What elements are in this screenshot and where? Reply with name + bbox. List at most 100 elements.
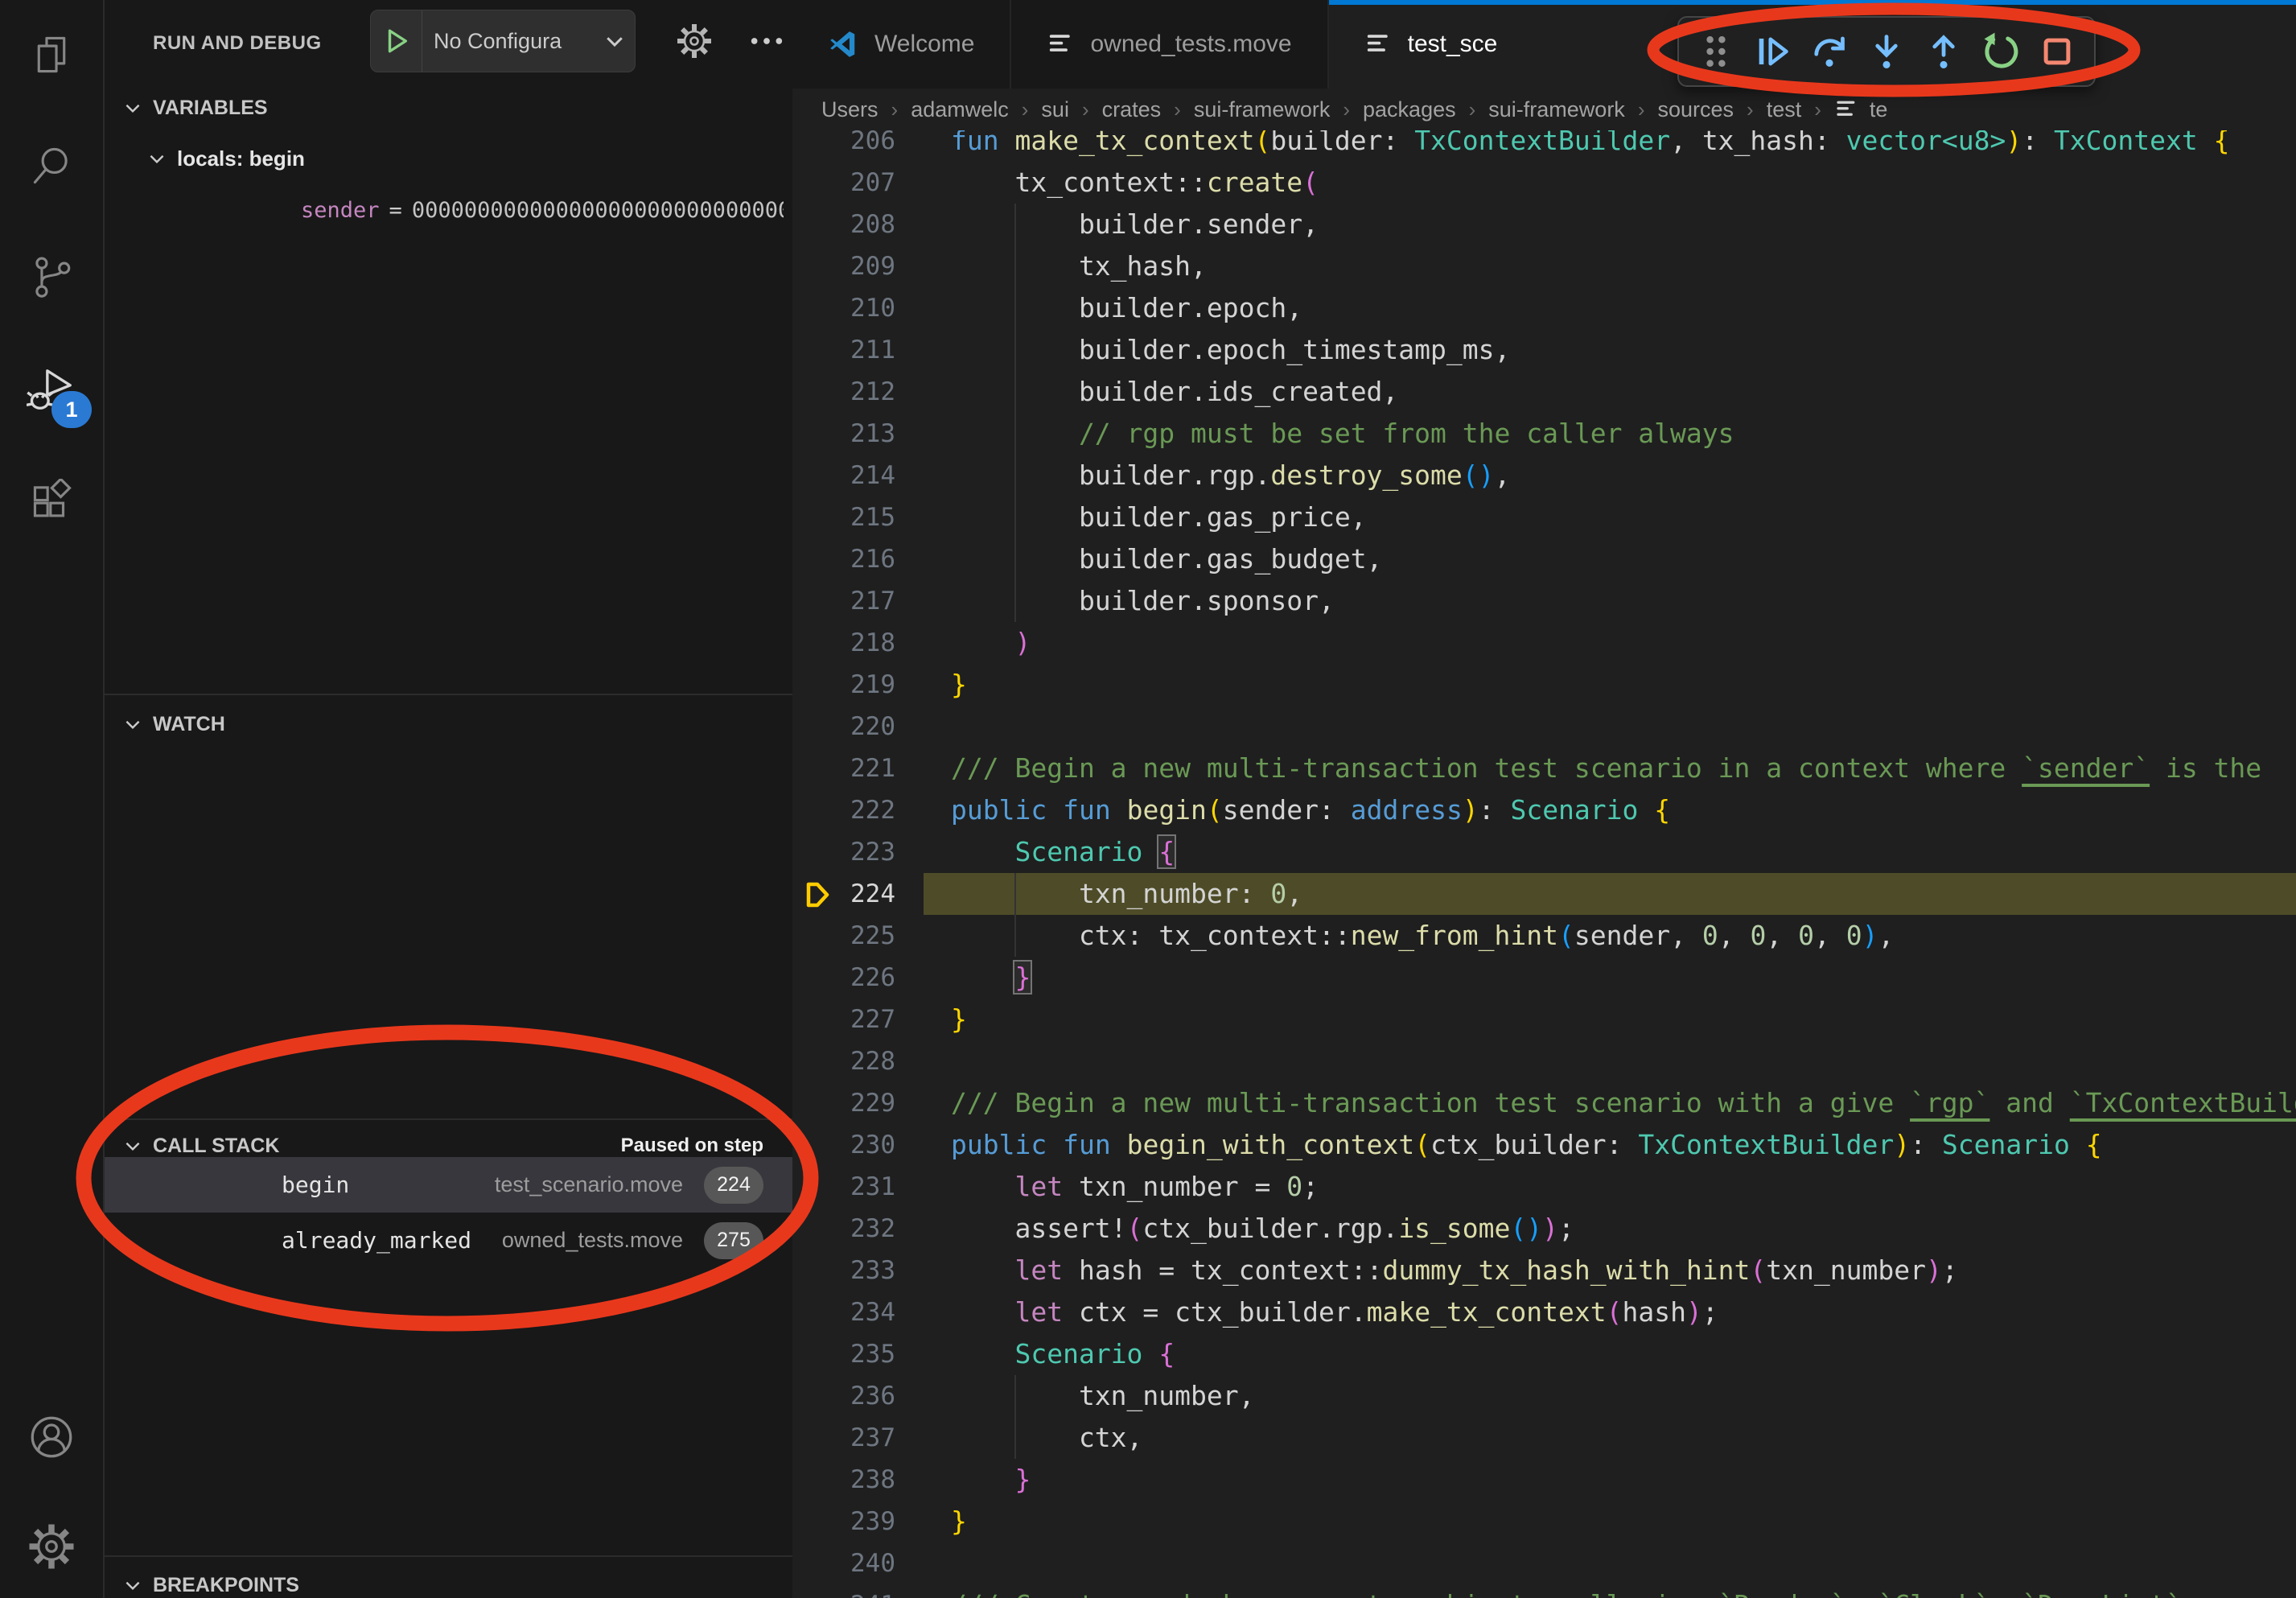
code-line[interactable]: 236 txn_number, [792,1375,2296,1417]
call-stack-frame-begin[interactable]: begintest_scenario.move224 [105,1157,792,1213]
code-line-content[interactable]: } [924,664,2296,706]
code-line[interactable]: 219} [792,664,2296,706]
code-line-content[interactable]: builder.gas_price, [924,496,2296,538]
sidebar-item-search[interactable] [0,119,103,216]
breadcrumb-item[interactable]: sui-framework [1194,97,1331,122]
tab-owned-tests-move[interactable]: owned_tests.move [1011,0,1328,89]
code-line-content[interactable]: Scenario { [924,1333,2296,1375]
code-line-content[interactable]: ) [924,622,2296,664]
code-line[interactable]: 237 ctx, [792,1417,2296,1459]
line-number[interactable]: 237 [792,1417,924,1459]
code-line[interactable]: 211 builder.epoch_timestamp_ms, [792,329,2296,371]
line-number[interactable]: 226 [792,957,924,999]
code-editor[interactable]: 206fun make_tx_context(builder: TxContex… [792,130,2296,1598]
code-line[interactable]: 239} [792,1501,2296,1542]
watch-section-header[interactable]: WATCH [105,698,792,750]
line-number[interactable]: 224 [792,873,924,915]
line-number[interactable]: 241 [792,1584,924,1598]
code-line[interactable]: 216 builder.gas_budget, [792,538,2296,580]
breadcrumb-file[interactable]: te [1870,97,1888,122]
code-line-content[interactable]: let ctx = ctx_builder.make_tx_context(ha… [924,1291,2296,1333]
breadcrumb-item[interactable]: adamwelc [911,97,1009,122]
code-line-content[interactable]: /// Begin a new multi-transaction test s… [924,748,2296,789]
call-stack-frame-already_marked[interactable]: already_markedowned_tests.move275 [105,1213,792,1268]
line-number[interactable]: 206 [792,130,924,162]
variable-row[interactable]: sender = 0000000000000000000000000000000… [301,185,784,235]
code-line[interactable]: 230public fun begin_with_context(ctx_bui… [792,1124,2296,1166]
code-line-content[interactable]: builder.epoch, [924,287,2296,329]
code-line[interactable]: 214 builder.rgp.destroy_some(), [792,455,2296,496]
line-number[interactable]: 228 [792,1040,924,1082]
code-line[interactable]: 225 ctx: tx_context::new_from_hint(sende… [792,915,2296,957]
breadcrumb-item[interactable]: test [1767,97,1802,122]
variables-section-header[interactable]: VARIABLES [105,82,792,134]
code-line[interactable]: 234 let ctx = ctx_builder.make_tx_contex… [792,1291,2296,1333]
line-number[interactable]: 218 [792,622,924,664]
code-line-content[interactable]: assert!(ctx_builder.rgp.is_some()); [924,1208,2296,1250]
line-number[interactable]: 214 [792,455,924,496]
code-line-content[interactable]: tx_context::create( [924,162,2296,204]
code-line-content[interactable]: // rgp must be set from the caller alway… [924,413,2296,455]
code-line-content[interactable]: ctx: tx_context::new_from_hint(sender, 0… [924,915,2296,957]
variables-scope[interactable]: locals: begin [129,134,305,183]
code-line[interactable]: 207 tx_context::create( [792,162,2296,204]
code-line[interactable]: 218 ) [792,622,2296,664]
tab-welcome[interactable]: Welcome [792,0,1011,89]
line-number[interactable]: 240 [792,1542,924,1584]
breadcrumb-item[interactable]: sui [1041,97,1069,122]
line-number[interactable]: 221 [792,748,924,789]
code-line[interactable]: 240 [792,1542,2296,1584]
line-number[interactable]: 231 [792,1166,924,1208]
code-line[interactable]: 212 builder.ids_created, [792,371,2296,413]
code-line[interactable]: 223 Scenario { [792,831,2296,873]
code-line-content[interactable]: public fun begin(sender: address): Scena… [924,789,2296,831]
code-line[interactable]: 213 // rgp must be set from the caller a… [792,413,2296,455]
line-number[interactable]: 208 [792,204,924,245]
code-line-content[interactable]: ctx, [924,1417,2296,1459]
debug-config-picker[interactable]: No Configura [370,10,636,72]
code-line[interactable]: 206fun make_tx_context(builder: TxContex… [792,130,2296,162]
code-line[interactable]: 238 } [792,1459,2296,1501]
line-number[interactable]: 233 [792,1250,924,1291]
breadcrumb-item[interactable]: packages [1363,97,1456,122]
step-into-button[interactable] [1861,24,1913,79]
code-line[interactable]: 210 builder.epoch, [792,287,2296,329]
code-line-content[interactable]: } [924,957,2296,999]
breadcrumb-item[interactable]: crates [1102,97,1162,122]
restart-button[interactable] [1974,24,2026,79]
line-number[interactable]: 229 [792,1082,924,1124]
code-line-content[interactable]: builder.ids_created, [924,371,2296,413]
sidebar-item-explorer[interactable] [0,8,103,105]
code-line-content[interactable]: /// Creates and shares system objects, a… [924,1584,2296,1598]
line-number[interactable]: 234 [792,1291,924,1333]
stop-button[interactable] [2031,24,2083,79]
line-number[interactable]: 230 [792,1124,924,1166]
code-line[interactable]: 217 builder.sponsor, [792,580,2296,622]
toolbar-drag-handle[interactable] [1690,24,1743,79]
code-line[interactable]: 209 tx_hash, [792,245,2296,287]
line-number[interactable]: 238 [792,1459,924,1501]
code-line-content[interactable]: builder.epoch_timestamp_ms, [924,329,2296,371]
code-line-content[interactable]: } [924,1459,2296,1501]
line-number[interactable]: 216 [792,538,924,580]
more-actions-icon[interactable] [740,14,793,68]
sidebar-item-extensions[interactable] [0,455,103,552]
line-number[interactable]: 236 [792,1375,924,1417]
line-number[interactable]: 219 [792,664,924,706]
code-line[interactable]: 222public fun begin(sender: address): Sc… [792,789,2296,831]
step-over-button[interactable] [1804,24,1856,79]
code-line[interactable]: 232 assert!(ctx_builder.rgp.is_some()); [792,1208,2296,1250]
code-line-content[interactable]: txn_number, [924,1375,2296,1417]
code-line-content[interactable]: fun make_tx_context(builder: TxContextBu… [924,130,2296,162]
breakpoints-section-header[interactable]: BREAKPOINTS [105,1559,792,1598]
line-number[interactable]: 213 [792,413,924,455]
code-line[interactable]: 208 builder.sender, [792,204,2296,245]
code-line[interactable]: 235 Scenario { [792,1333,2296,1375]
line-number[interactable]: 211 [792,329,924,371]
line-number[interactable]: 215 [792,496,924,538]
code-line-content[interactable]: } [924,1501,2296,1542]
code-line-content[interactable]: txn_number: 0, [924,873,2296,915]
code-line-content[interactable]: tx_hash, [924,245,2296,287]
code-line[interactable]: 227} [792,999,2296,1040]
line-number[interactable]: 220 [792,706,924,748]
